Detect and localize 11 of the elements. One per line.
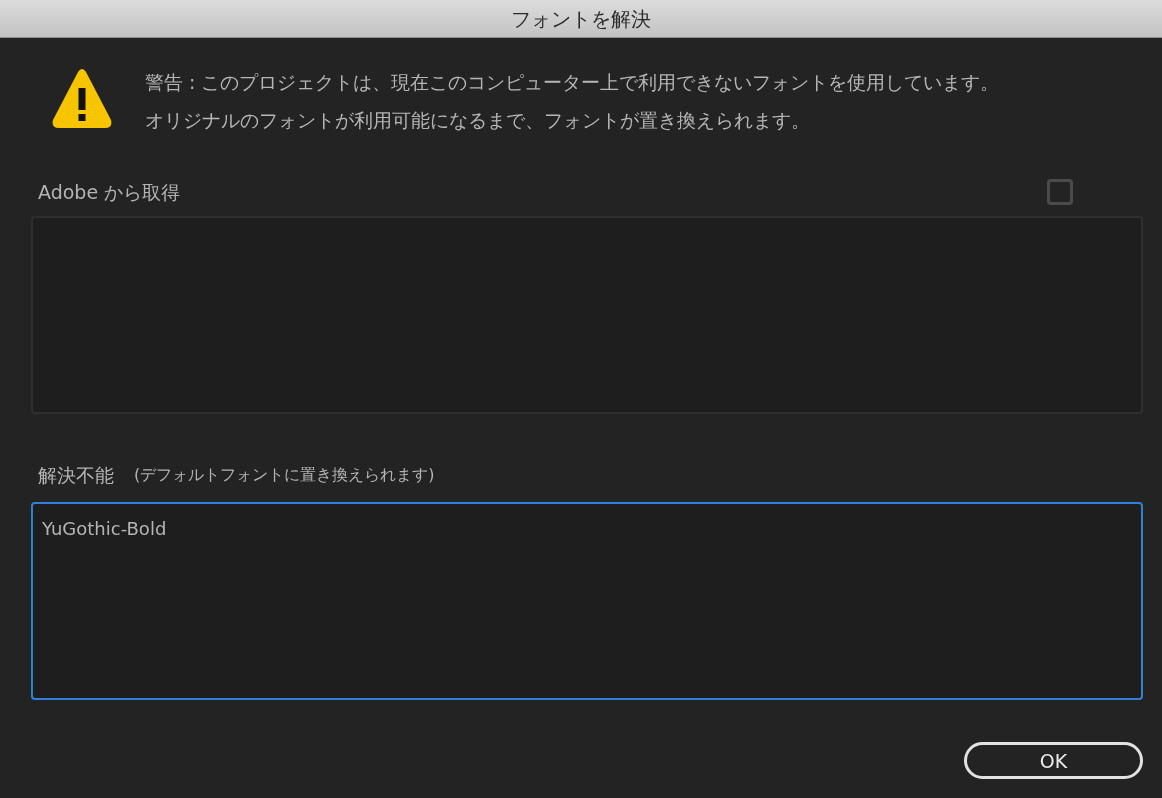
checkbox[interactable]: [1047, 179, 1073, 205]
font-list-item[interactable]: YuGothic-Bold: [42, 516, 167, 542]
window-title: フォントを解決: [511, 5, 651, 32]
warning-icon: [52, 68, 112, 128]
section-note: (デフォルトフォントに置き換えられます): [134, 464, 435, 486]
font-list[interactable]: YuGothic-Bold: [31, 502, 1143, 700]
ok-button[interactable]: OK: [964, 742, 1143, 779]
section-label: Adobe から取得: [38, 180, 181, 205]
section-label: 解決不能: [38, 463, 114, 488]
warning-text: 警告 : このプロジェクトは、現在このコンピューター上で利用できないフォントを使用しています。: [145, 70, 1000, 95]
warning-text: オリジナルのフォントが利用可能になるまで、フォントが置き換えられます。: [145, 108, 811, 133]
